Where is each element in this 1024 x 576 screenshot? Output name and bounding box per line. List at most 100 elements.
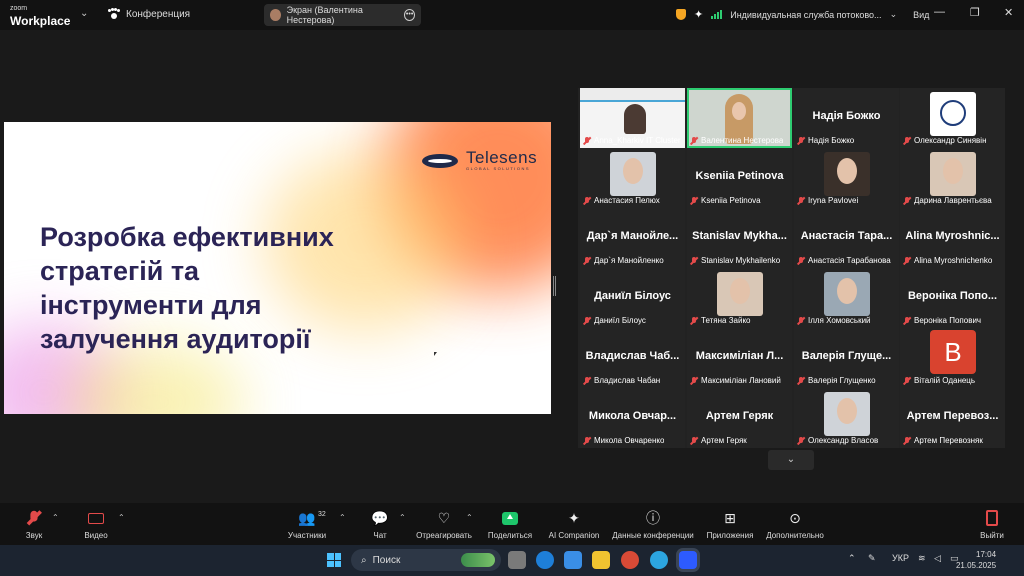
participant-label: Alina Myroshnichenko	[903, 256, 1003, 265]
task-view-icon[interactable]	[508, 551, 526, 569]
chevron-up-icon[interactable]: ⌃	[399, 513, 406, 522]
participant-tile[interactable]: Артем Геряк Артем Геряк	[687, 388, 792, 448]
participant-tile[interactable]: Артем Перевоз... Артем Перевозняк	[900, 388, 1005, 448]
participant-tile[interactable]: Дар`я Манойле... Дар`я Манойленко	[580, 208, 685, 268]
restore-icon[interactable]: ❐	[970, 6, 980, 19]
avatar	[824, 272, 870, 316]
pen-icon[interactable]: ✎	[868, 553, 876, 564]
share-button[interactable]: Поделиться	[478, 509, 542, 540]
participant-name-display: Kseniia Petinova	[695, 170, 784, 182]
volume-icon[interactable]: ◁	[934, 553, 941, 564]
view-button[interactable]: Вид	[913, 10, 929, 20]
ai-companion-button[interactable]: ✦ AI Companion	[542, 509, 606, 541]
close-icon[interactable]: ✕	[1004, 6, 1013, 19]
apps-icon: ⊞	[724, 509, 736, 526]
resize-handle[interactable]	[553, 276, 556, 296]
participant-tile[interactable]: Даниїл Білоус Даниїл Білоус	[580, 268, 685, 328]
participant-label: Вероніка Попович	[903, 316, 1003, 325]
avatar	[610, 152, 656, 196]
mic-muted-icon	[797, 196, 805, 205]
participant-tile[interactable]: Анастасія Тара... Анастасія Тарабанова	[794, 208, 899, 268]
mic-muted-icon	[903, 376, 911, 385]
edge-icon[interactable]	[536, 551, 554, 569]
participant-tile[interactable]: Alina Myroshnic... Alina Myroshnichenko	[900, 208, 1005, 268]
taskbar-clock[interactable]: 17:04 21.05.2025	[956, 549, 996, 571]
search-highlight-icon	[461, 553, 495, 567]
avatar	[930, 152, 976, 196]
photos-icon[interactable]	[564, 551, 582, 569]
participant-tile[interactable]: Микола Овчар... Микола Овчаренко	[580, 388, 685, 448]
telegram-icon[interactable]	[650, 551, 668, 569]
participant-label: Олександр Синявін	[903, 136, 1003, 145]
mic-muted-icon	[797, 256, 805, 265]
participant-tile[interactable]: Олександр Синявін	[900, 88, 1005, 148]
more-icon[interactable]: •••	[404, 9, 416, 21]
participant-tile[interactable]: Вероніка Попо... Вероніка Попович	[900, 268, 1005, 328]
streaming-service[interactable]: Индивидуальная служба потоково...	[730, 10, 881, 20]
mic-muted-icon	[797, 136, 805, 145]
chevron-up-icon[interactable]: ⌃	[848, 553, 856, 564]
participant-tile[interactable]: Kseniia Petinova Kseniia Petinova	[687, 148, 792, 208]
chevron-up-icon[interactable]: ⌃	[52, 513, 59, 522]
windows-start-icon[interactable]	[327, 553, 341, 567]
file-explorer-icon[interactable]	[592, 551, 610, 569]
taskbar-search[interactable]: ⌕ Поиск	[351, 549, 501, 571]
avatar	[824, 392, 870, 436]
participant-label: Надія Божко	[797, 136, 897, 145]
meeting-title[interactable]: Конференция	[108, 8, 190, 20]
signal-icon	[711, 10, 723, 19]
exit-icon	[986, 510, 998, 526]
participant-tile[interactable]: Анастасия Пелюх	[580, 148, 685, 208]
shared-screen: Telesens GLOBAL SOLUTIONS Розробка ефект…	[4, 122, 551, 414]
leave-button[interactable]: Выйти	[960, 509, 1024, 540]
chevron-down-icon[interactable]: ⌄	[890, 9, 898, 20]
shield-icon[interactable]	[676, 9, 686, 20]
people-icon: 👥	[298, 509, 316, 526]
wifi-icon[interactable]: ≋	[918, 553, 926, 564]
participant-label: Iryna Pavlovei	[797, 196, 897, 205]
more-icon: ⊙	[789, 509, 801, 526]
zoom-taskbar-icon[interactable]	[679, 551, 697, 569]
chevron-up-icon[interactable]: ⌃	[118, 513, 125, 522]
participant-tile[interactable]: Тетяна Зайко	[687, 268, 792, 328]
participant-name-display: Дар`я Манойле...	[586, 230, 679, 242]
participant-label: Stanislav Mykhailenko	[690, 256, 790, 265]
mic-muted-icon	[690, 316, 698, 325]
participant-tile[interactable]: Надія Божко Надія Божко	[794, 88, 899, 148]
apps-button[interactable]: ⊞ Приложения	[698, 509, 762, 541]
ai-sparkle-icon: ✦	[568, 509, 580, 526]
participant-tile[interactable]: Iryna Pavlovei	[794, 148, 899, 208]
org-logo	[930, 92, 976, 136]
participant-tile[interactable]: В Віталій Оданець	[900, 328, 1005, 388]
participant-tile[interactable]: Дарина Лаврентьєва	[900, 148, 1005, 208]
participant-tile[interactable]: Валентина Нестерова	[687, 88, 792, 148]
participant-tile[interactable]: Максиміліан Л... Максиміліан Лановий	[687, 328, 792, 388]
chevron-up-icon[interactable]: ⌃	[339, 513, 346, 522]
participants-button[interactable]: 👥 Участники	[275, 509, 339, 541]
participant-tile[interactable]: Anna_Kharkiv IT Cluster	[580, 88, 685, 148]
mic-muted-icon	[690, 256, 698, 265]
chevron-up-icon[interactable]: ⌃	[466, 513, 473, 522]
participant-name-display: Микола Овчар...	[588, 410, 677, 422]
chrome-icon[interactable]	[621, 551, 639, 569]
chevron-down-icon[interactable]: ⌄	[80, 8, 88, 19]
share-icon	[502, 511, 518, 525]
participant-tile[interactable]: Stanislav Mykha... Stanislav Mykhailenko	[687, 208, 792, 268]
mic-muted-icon	[797, 316, 805, 325]
participant-tile[interactable]: Олександр Власов	[794, 388, 899, 448]
participant-label: Валентина Нестерова	[690, 136, 790, 145]
mic-muted-icon	[903, 196, 911, 205]
meeting-info-button[interactable]: ⓘ Данные конференции	[610, 509, 696, 540]
screen-share-indicator[interactable]: Экран (Валентина Нестерова) •••	[264, 4, 421, 26]
mic-muted-icon	[583, 196, 591, 205]
chevron-down-icon[interactable]: ⌄	[768, 450, 814, 470]
participant-tile[interactable]: Ілля Хомовський	[794, 268, 899, 328]
ai-sparkle-icon[interactable]: ✦	[694, 8, 703, 21]
zoom-logo: zoom Workplace	[10, 5, 71, 28]
language-indicator[interactable]: УКР	[892, 553, 909, 563]
more-button[interactable]: ⊙ Дополнительно	[758, 509, 832, 541]
minimize-icon[interactable]: —	[934, 6, 945, 18]
participant-name-display: Артем Перевоз...	[906, 410, 999, 422]
participant-tile[interactable]: Владислав Чаб... Владислав Чабан	[580, 328, 685, 388]
participant-tile[interactable]: Валерія Глуще... Валерія Глущенко	[794, 328, 899, 388]
